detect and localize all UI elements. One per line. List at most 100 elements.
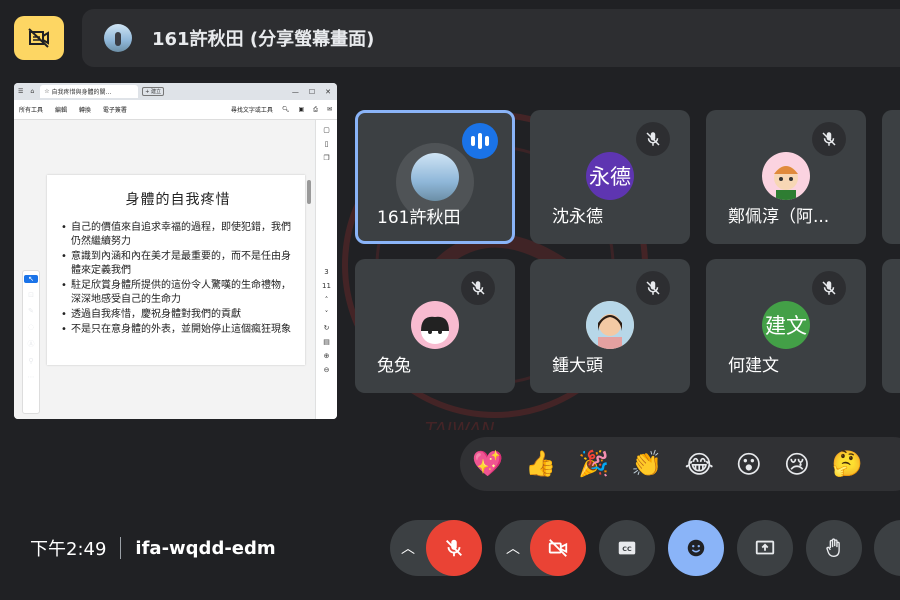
mic-toggle-button[interactable] <box>426 520 482 576</box>
shared-screen: ☰ ⌂ ☆ 自我疼惜與身體的關... + 建立 — ☐ ✕ 所有工具 編輯 轉換… <box>14 83 337 419</box>
page-current: 3 <box>324 268 329 276</box>
comment-icon[interactable]: ▢ <box>323 126 330 140</box>
more-icon[interactable]: ⋯ <box>28 373 35 381</box>
maximize-icon[interactable]: ☐ <box>309 88 315 96</box>
camera-toggle-button[interactable] <box>530 520 586 576</box>
search-icon[interactable]: 🔍︎ <box>282 106 290 113</box>
participant-tile[interactable]: 兔兔 <box>355 259 515 393</box>
emoji-reactions-button[interactable] <box>668 520 724 576</box>
muted-mic-icon <box>636 122 670 156</box>
meeting-code[interactable]: ifa-wqdd-edm <box>135 538 275 559</box>
slide-page: 身體的自我疼惜 自己的價值來自追求幸福的過程，即使犯錯，我們仍然繼續努力 意識到… <box>47 175 305 365</box>
slide-bullets: 自己的價值來自追求幸福的過程，即使犯錯，我們仍然繼續努力 意識到內涵和內在美才是… <box>61 221 295 337</box>
more-vert-icon: ⋮ <box>893 538 900 559</box>
menu-item-esign[interactable]: 電子簽署 <box>103 107 127 114</box>
presenter-avatar <box>104 24 132 52</box>
avatar <box>411 153 459 201</box>
svg-text:CC: CC <box>622 545 632 553</box>
new-tab-button[interactable]: + 建立 <box>142 87 164 96</box>
tab-title: 自我疼惜與身體的關... <box>51 89 112 96</box>
menu-item-all-tools[interactable]: 所有工具 <box>19 107 43 114</box>
pen-icon[interactable]: ✎ <box>28 307 34 315</box>
document-right-rail: ▢ ▯ ❐ 3 11 ˄ ˅ ↻ ▤ ⊕ ⊖ <box>315 120 337 419</box>
participant-tile[interactable]: 161許秋田 <box>355 110 515 244</box>
page-down-icon[interactable]: ˅ <box>325 310 329 324</box>
avatar: 永德 <box>586 152 634 200</box>
participant-tile[interactable]: 鄭佩淳（阿... <box>706 110 866 244</box>
browser-tab-bar: ☰ ⌂ ☆ 自我疼惜與身體的關... + 建立 — ☐ ✕ <box>14 83 337 100</box>
avatar <box>762 152 810 200</box>
raise-hand-button[interactable] <box>806 520 862 576</box>
sign-icon[interactable]: ▯ <box>325 140 329 154</box>
copy-icon[interactable]: ❐ <box>323 154 329 168</box>
present-screen-button[interactable] <box>737 520 793 576</box>
present-screen-icon <box>755 540 775 555</box>
reaction-bar: 💖 👍 🎉 👏 😂 😮 😢 🤔 <box>460 437 900 491</box>
captions-button[interactable]: CC <box>599 520 655 576</box>
participant-name: 161許秋田 <box>377 208 461 228</box>
crying-reaction[interactable]: 😢 <box>784 450 810 479</box>
party-popper-reaction[interactable]: 🎉 <box>578 449 609 479</box>
meeting-info: 下午2:49 ifa-wqdd-edm <box>30 535 276 561</box>
thumbs-up-reaction[interactable]: 👍 <box>525 449 556 479</box>
text-box-icon[interactable]: Ⓐ <box>28 339 35 349</box>
presenter-bar: 161許秋田 (分享螢幕畫面) <box>82 9 900 67</box>
presenter-name: 161許秋田 (分享螢幕畫面) <box>152 29 375 50</box>
slide-bullet: 意識到內涵和內在美才是最重要的，而不是任由身體來定義我們 <box>61 250 295 278</box>
avatar <box>411 301 459 349</box>
mic-options-chevron-icon[interactable]: ︿ <box>390 538 426 558</box>
speaking-indicator-icon <box>462 123 498 159</box>
find-text-label[interactable]: 尋找文字或工具 <box>231 105 273 114</box>
laughing-reaction[interactable]: 😂 <box>685 450 714 479</box>
avatar: 建文 <box>762 301 810 349</box>
slide-bullet: 駐足欣賞身體所提供的這份令人驚嘆的生命禮物，深深地感受自己的生命力 <box>61 279 295 307</box>
viewer-toolbar: 所有工具 編輯 轉換 電子簽署 尋找文字或工具 🔍︎ ▣ ⎙ ✉ <box>14 100 337 120</box>
camera-options-chevron-icon[interactable]: ︿ <box>495 538 531 558</box>
participant-tile-partial[interactable] <box>882 110 900 244</box>
slide-title: 身體的自我疼惜 <box>125 192 231 208</box>
refresh-icon[interactable]: ↻ <box>324 324 330 338</box>
muted-mic-icon <box>636 271 670 305</box>
comment-add-icon[interactable]: ⊡ <box>28 291 34 299</box>
save-icon[interactable]: ▣ <box>298 106 304 113</box>
close-icon[interactable]: ✕ <box>325 88 331 96</box>
thinking-reaction[interactable]: 🤔 <box>832 449 863 479</box>
page-total: 11 <box>322 282 331 290</box>
mail-icon[interactable]: ✉ <box>327 106 332 113</box>
page-up-icon[interactable]: ˄ <box>325 296 329 310</box>
cursor-icon[interactable]: ↖ <box>24 275 38 283</box>
camera-off-indicator-button[interactable] <box>14 16 64 60</box>
slide-bullet: 透過自我疼惜，慶祝身體對我們的貢獻 <box>61 308 295 322</box>
participant-name: 鄭佩淳（阿... <box>728 207 830 227</box>
home-icon[interactable]: ⌂ <box>30 88 34 95</box>
minimize-icon[interactable]: — <box>292 88 299 96</box>
zoom-out-icon[interactable]: ⊖ <box>324 366 330 380</box>
muted-mic-icon <box>812 271 846 305</box>
participant-name: 兔兔 <box>377 356 411 376</box>
watermark-text: TAIWAN <box>425 419 495 430</box>
participant-tile[interactable]: 建文 何建文 <box>706 259 866 393</box>
mic-off-icon <box>446 539 462 557</box>
browser-tab[interactable]: ☆ 自我疼惜與身體的關... <box>40 85 139 98</box>
muted-mic-icon <box>812 122 846 156</box>
menu-item-edit[interactable]: 編輯 <box>55 107 67 114</box>
clapping-reaction[interactable]: 👏 <box>631 449 662 479</box>
more-options-button[interactable]: ⋮ <box>874 520 900 576</box>
zoom-in-icon[interactable]: ⊕ <box>324 352 330 366</box>
participant-tile[interactable]: 鍾大頭 <box>530 259 690 393</box>
slide-bullet: 自己的價值來自追求幸福的過程，即使犯錯，我們仍然繼續努力 <box>61 221 295 249</box>
document-scrollbar[interactable] <box>307 180 311 204</box>
surprised-reaction[interactable]: 😮 <box>736 450 762 479</box>
participant-tile[interactable]: 永德 沈永德 <box>530 110 690 244</box>
sparkling-heart-reaction[interactable]: 💖 <box>472 449 503 479</box>
fit-page-icon[interactable]: ▤ <box>323 338 330 352</box>
smiley-icon <box>687 539 705 557</box>
participant-name: 何建文 <box>728 356 779 376</box>
menu-item-convert[interactable]: 轉換 <box>79 107 91 114</box>
menu-icon[interactable]: ☰ <box>18 88 23 95</box>
lasso-icon[interactable]: ◌ <box>28 323 34 331</box>
camera-off-icon <box>548 539 568 557</box>
participant-tile-partial[interactable] <box>882 259 900 393</box>
stamp-icon[interactable]: ⚲ <box>28 357 33 365</box>
print-icon[interactable]: ⎙ <box>313 106 318 114</box>
